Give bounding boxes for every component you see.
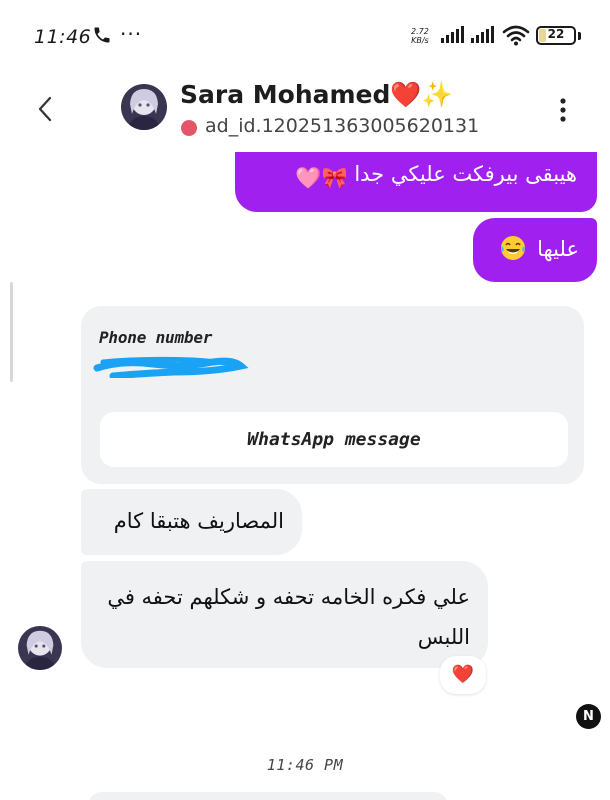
- scroll-indicator[interactable]: [10, 282, 13, 382]
- whatsapp-message-button[interactable]: WhatsApp message: [100, 412, 568, 467]
- redacted-phone-scribble: [93, 356, 249, 378]
- message-timestamp: 11:46 PM: [266, 756, 344, 774]
- chat-header: Sara Mohamed❤️✨ ad_id.120251363005620131: [0, 70, 610, 152]
- battery-nub: [578, 32, 581, 40]
- contact-name-line[interactable]: Sara Mohamed❤️✨: [180, 80, 453, 110]
- ad-reply-card: Phone number WhatsApp message: [81, 306, 584, 484]
- net-speed: 2.72 KB/s: [411, 27, 429, 45]
- incoming-message[interactable]: المصاريف هتبقا كام: [81, 489, 302, 555]
- battery-level: 22: [547, 27, 565, 41]
- heart-emoji: ❤️: [390, 80, 422, 109]
- wifi-icon: [502, 25, 530, 46]
- laughing-tears-emoji-icon: [501, 236, 526, 260]
- sender-avatar[interactable]: [18, 626, 62, 670]
- phone-number-label: Phone number: [99, 328, 213, 347]
- heart-reaction[interactable]: ❤️: [440, 656, 486, 694]
- status-bar: 11:46 ··· 2.72 KB/s 22: [0, 0, 610, 70]
- outgoing-message-text: عليها: [537, 237, 579, 261]
- n-badge[interactable]: N: [576, 704, 601, 729]
- ad-status-dot: [181, 120, 197, 136]
- status-more-dots: ···: [120, 22, 143, 46]
- contact-name: Sara Mohamed: [180, 80, 391, 109]
- net-speed-unit: KB/s: [411, 36, 429, 45]
- outgoing-message[interactable]: هيبقى بيرفكت عليكي جدا 🎀🩷: [235, 152, 597, 212]
- back-chevron-icon[interactable]: [36, 94, 54, 124]
- battery-icon: 22: [536, 26, 576, 45]
- signal-icon: [471, 26, 494, 43]
- contact-avatar[interactable]: [121, 84, 167, 130]
- bow-heart-emoji: 🎀🩷: [295, 166, 348, 190]
- next-message-bubble[interactable]: [88, 792, 448, 800]
- heart-reaction-emoji: ❤️: [451, 664, 475, 685]
- incoming-message-text: علي فكره الخامه تحفه و شكلهم تحفه في الل…: [107, 585, 470, 649]
- net-speed-value: 2.72: [411, 27, 429, 36]
- status-time: 11:46: [34, 26, 92, 48]
- signal-icon: [441, 26, 464, 43]
- more-vert-icon[interactable]: [556, 96, 570, 124]
- sparkle-emoji: ✨: [421, 80, 453, 109]
- outgoing-message-text: هيبقى بيرفكت عليكي جدا: [354, 162, 577, 186]
- incoming-message[interactable]: علي فكره الخامه تحفه و شكلهم تحفه في الل…: [81, 561, 488, 668]
- incoming-message-text: المصاريف هتبقا كام: [113, 509, 284, 533]
- outgoing-message[interactable]: عليها: [473, 218, 597, 282]
- ad-id-label: ad_id.120251363005620131: [205, 115, 480, 137]
- phone-call-icon: [94, 27, 110, 43]
